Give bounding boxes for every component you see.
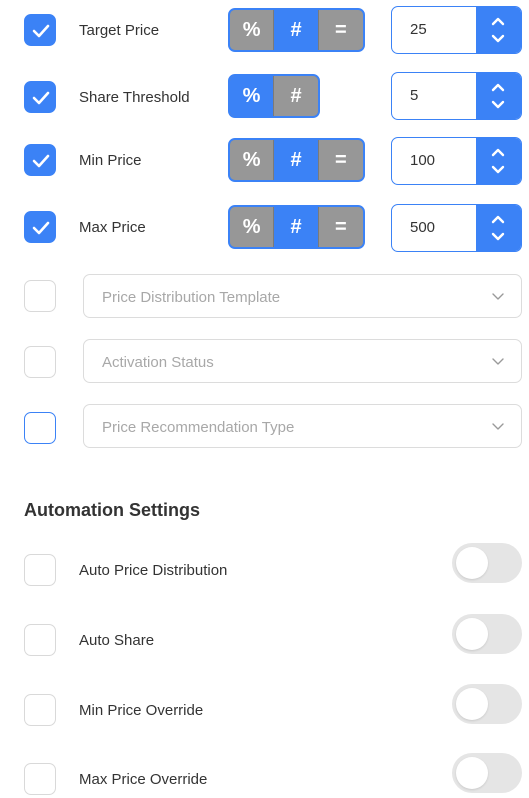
distribution-template-checkbox[interactable] — [24, 280, 56, 312]
hash-icon: # — [290, 84, 302, 107]
target-price-value[interactable]: 25 — [410, 21, 427, 38]
percent-icon: % — [242, 148, 261, 171]
chevron-down-icon[interactable] — [490, 100, 506, 110]
automation-settings-heading: Automation Settings — [24, 500, 200, 520]
chevron-down-icon[interactable] — [490, 232, 506, 242]
hash-icon: # — [290, 148, 302, 171]
activation-status-checkbox[interactable] — [24, 346, 56, 378]
toggle-knob — [456, 757, 488, 789]
max-price-label: Max Price — [79, 219, 146, 236]
number-mode-button[interactable]: # — [274, 10, 319, 50]
max-price-value[interactable]: 500 — [410, 219, 435, 236]
stepper-buttons — [476, 73, 521, 119]
share-threshold-stepper[interactable]: 5 — [391, 72, 522, 120]
percent-mode-button[interactable]: % — [230, 10, 275, 50]
share-threshold-label: Share Threshold — [79, 89, 190, 106]
percent-icon: % — [242, 18, 261, 41]
chevron-down-icon — [492, 293, 504, 300]
equals-icon: = — [335, 148, 347, 171]
select-placeholder: Price Recommendation Type — [102, 419, 295, 436]
max-price-override-checkbox[interactable] — [24, 763, 56, 795]
number-mode-button[interactable]: # — [274, 76, 318, 116]
percent-mode-button[interactable]: % — [230, 140, 275, 180]
auto-share-label: Auto Share — [79, 632, 155, 649]
chevron-up-icon[interactable] — [490, 16, 506, 26]
target-price-stepper[interactable]: 25 — [391, 6, 522, 54]
max-price-stepper[interactable]: 500 — [391, 204, 522, 252]
automation-row-auto-share: Auto Share — [0, 614, 529, 665]
target-price-mode-toggle: % # = — [228, 8, 365, 52]
chevron-up-icon[interactable] — [490, 82, 506, 92]
min-price-override-label: Min Price Override — [79, 702, 204, 719]
price-distribution-template-select[interactable]: Price Distribution Template — [83, 274, 522, 318]
share-threshold-checkbox[interactable] — [24, 81, 56, 113]
auto-share-checkbox[interactable] — [24, 624, 56, 656]
percent-icon: % — [242, 84, 261, 107]
equals-mode-button[interactable]: = — [318, 140, 363, 180]
chevron-up-icon[interactable] — [490, 214, 506, 224]
dropdown-row-distribution-template: Price Distribution Template — [0, 271, 529, 321]
dropdown-row-recommendation-type: Price Recommendation Type — [0, 403, 529, 453]
automation-row-max-price-override: Max Price Override — [0, 753, 529, 798]
min-price-value[interactable]: 100 — [410, 152, 435, 169]
target-price-checkbox[interactable] — [24, 14, 56, 46]
min-price-override-checkbox[interactable] — [24, 694, 56, 726]
auto-price-distribution-toggle[interactable] — [452, 543, 522, 583]
select-placeholder: Price Distribution Template — [102, 289, 281, 306]
auto-share-toggle[interactable] — [452, 614, 522, 654]
automation-row-auto-price-distribution: Auto Price Distribution — [0, 543, 529, 595]
number-mode-button[interactable]: # — [274, 207, 319, 247]
equals-mode-button[interactable]: = — [318, 10, 363, 50]
automation-row-min-price-override: Min Price Override — [0, 684, 529, 735]
percent-mode-button[interactable]: % — [230, 76, 275, 116]
dropdown-row-activation-status: Activation Status — [0, 337, 529, 387]
price-rule-row-share-threshold: Share Threshold % # 5 — [0, 72, 529, 122]
price-rule-row-max-price: Max Price % # = 500 — [0, 202, 529, 252]
percent-mode-button[interactable]: % — [230, 207, 275, 247]
price-rule-row-target-price: Target Price % # = 25 — [0, 5, 529, 55]
chevron-down-icon[interactable] — [490, 165, 506, 175]
max-price-checkbox[interactable] — [24, 211, 56, 243]
auto-price-distribution-label: Auto Price Distribution — [79, 562, 228, 579]
min-price-checkbox[interactable] — [24, 144, 56, 176]
select-placeholder: Activation Status — [102, 354, 214, 371]
chevron-down-icon[interactable] — [490, 34, 506, 44]
toggle-knob — [456, 618, 488, 650]
stepper-buttons — [476, 138, 521, 184]
auto-price-distribution-checkbox[interactable] — [24, 554, 56, 586]
equals-mode-button[interactable]: = — [318, 207, 363, 247]
percent-icon: % — [242, 215, 261, 238]
stepper-buttons — [476, 7, 521, 53]
toggle-knob — [456, 547, 488, 579]
target-price-label: Target Price — [79, 22, 160, 39]
hash-icon: # — [290, 18, 302, 41]
min-price-stepper[interactable]: 100 — [391, 137, 522, 185]
min-price-label: Min Price — [79, 152, 142, 169]
hash-icon: # — [290, 215, 302, 238]
chevron-down-icon — [492, 358, 504, 365]
pricing-settings-panel: Target Price % # = 25 Share Threshold % … — [0, 0, 529, 798]
equals-icon: = — [335, 215, 347, 238]
stepper-buttons — [476, 205, 521, 251]
activation-status-select[interactable]: Activation Status — [83, 339, 522, 383]
min-price-mode-toggle: % # = — [228, 138, 365, 182]
max-price-override-label: Max Price Override — [79, 771, 208, 788]
max-price-override-toggle[interactable] — [452, 753, 522, 793]
min-price-override-toggle[interactable] — [452, 684, 522, 724]
chevron-down-icon — [492, 423, 504, 430]
number-mode-button[interactable]: # — [274, 140, 319, 180]
recommendation-type-checkbox[interactable] — [24, 412, 56, 444]
share-threshold-mode-toggle: % # — [228, 74, 320, 118]
equals-icon: = — [335, 18, 347, 41]
price-rule-row-min-price: Min Price % # = 100 — [0, 135, 529, 185]
share-threshold-value[interactable]: 5 — [410, 87, 418, 104]
price-recommendation-type-select[interactable]: Price Recommendation Type — [83, 404, 522, 448]
max-price-mode-toggle: % # = — [228, 205, 365, 249]
toggle-knob — [456, 688, 488, 720]
chevron-up-icon[interactable] — [490, 147, 506, 157]
